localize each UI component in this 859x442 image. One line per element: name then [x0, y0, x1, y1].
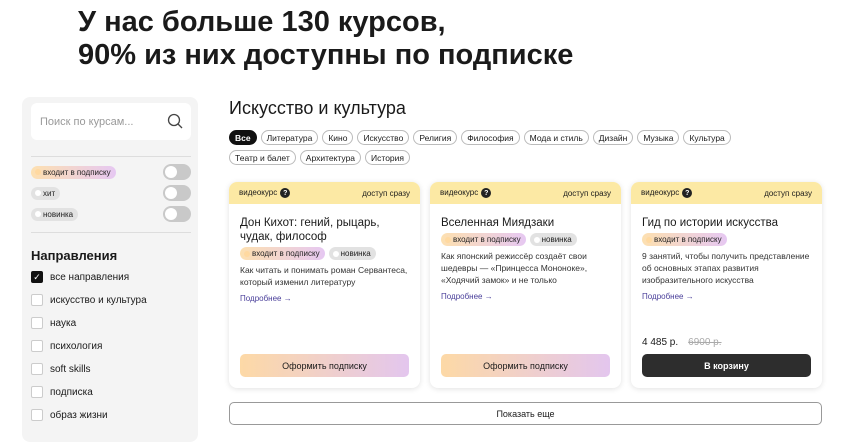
direction-subscription[interactable]: подписка	[31, 386, 93, 398]
checkbox[interactable]	[31, 363, 43, 375]
direction-art[interactable]: искусство и культура	[31, 294, 147, 306]
search-icon[interactable]	[167, 113, 183, 129]
chip[interactable]: Культура	[683, 130, 731, 145]
old-price: 6900 р.	[688, 337, 722, 348]
heart-icon	[244, 250, 250, 257]
search-input[interactable]: Поиск по курсам...	[31, 103, 191, 140]
sidebar: Поиск по курсам... входит в подписку хит…	[22, 97, 198, 442]
subscribe-button[interactable]: Оформить подписку	[240, 354, 409, 377]
subscription-badge: входит в подписку	[441, 233, 526, 246]
direction-all[interactable]: ✓ все направления	[31, 271, 129, 283]
direction-psychology[interactable]: психология	[31, 340, 102, 352]
filter-new: новинка	[31, 206, 191, 222]
chip[interactable]: Искусство	[357, 130, 410, 145]
show-more-button[interactable]: Показать еще	[229, 402, 822, 425]
new-badge: новинка	[529, 233, 577, 246]
course-description: Как японский режиссёр создаёт свои шедев…	[441, 251, 588, 285]
chip[interactable]: Музыка	[637, 130, 680, 145]
checkbox[interactable]	[31, 386, 43, 398]
heart-icon	[35, 169, 41, 175]
subscription-badge: входит в подписку	[642, 233, 727, 246]
headline: У нас больше 130 курсов, 90% из них дост…	[78, 6, 574, 71]
checkbox[interactable]	[31, 409, 43, 421]
category-chips: Все Литература Кино Искусство Религия Фи…	[229, 130, 789, 165]
more-link[interactable]: Подробнее →	[240, 294, 409, 303]
chip[interactable]: История	[365, 150, 410, 165]
sparkle-icon	[35, 211, 41, 217]
toggle-subscription[interactable]	[163, 164, 191, 180]
sparkle-icon	[533, 236, 540, 243]
subscribe-button[interactable]: Оформить подписку	[441, 354, 610, 377]
price: 4 485 р. 6900 р.	[642, 337, 722, 348]
subscription-badge: входит в подписку	[240, 247, 325, 260]
chip[interactable]: Дизайн	[592, 130, 634, 145]
chip[interactable]: Архитектура	[299, 150, 362, 165]
checkbox-checked-icon[interactable]: ✓	[31, 271, 43, 283]
toggle-hit[interactable]	[163, 185, 191, 201]
add-to-cart-button[interactable]: В корзину	[642, 354, 811, 377]
direction-lifestyle[interactable]: образ жизни	[31, 409, 108, 421]
filter-hit: хит	[31, 185, 191, 201]
section-title: Искусство и культура	[229, 98, 406, 118]
filter-subscription: входит в подписку	[31, 164, 191, 180]
checkbox[interactable]	[31, 294, 43, 306]
course-title[interactable]: Вселенная Миядзаки	[441, 216, 610, 230]
divider	[31, 232, 191, 233]
direction-science[interactable]: наука	[31, 317, 76, 329]
help-icon[interactable]: ?	[280, 188, 291, 199]
course-card[interactable]: видеокурс? доступ сразу Вселенная Миядзак…	[430, 182, 621, 388]
more-link[interactable]: Подробнее →	[441, 292, 610, 301]
chip[interactable]: Литература	[260, 130, 319, 145]
chip[interactable]: Философия	[461, 130, 520, 145]
heart-icon	[646, 236, 652, 243]
checkbox[interactable]	[31, 317, 43, 329]
help-icon[interactable]: ?	[481, 188, 492, 199]
course-description: Как читать и понимать роман Сервантеса, …	[240, 265, 408, 287]
direction-soft-skills[interactable]: soft skills	[31, 363, 91, 375]
chip[interactable]: Кино	[322, 130, 354, 145]
course-description: 9 занятий, чтобы получить представление …	[642, 251, 810, 285]
chip[interactable]: Мода и стиль	[523, 130, 589, 145]
sparkle-icon	[332, 250, 339, 257]
toggle-new[interactable]	[163, 206, 191, 222]
course-card[interactable]: видеокурс? доступ сразу Дон Кихот: гений,…	[229, 182, 420, 388]
directions-title: Направления	[31, 248, 118, 263]
heart-icon	[445, 236, 451, 243]
chip[interactable]: Театр и балет	[229, 150, 296, 165]
star-icon	[35, 190, 41, 196]
course-title[interactable]: Гид по истории искусства	[642, 216, 811, 230]
course-card[interactable]: видеокурс? доступ сразу Гид по истории ис…	[631, 182, 822, 388]
checkbox[interactable]	[31, 340, 43, 352]
divider	[31, 156, 191, 157]
help-icon[interactable]: ?	[682, 188, 693, 199]
chip[interactable]: Религия	[413, 130, 458, 145]
chip-all[interactable]: Все	[229, 130, 257, 145]
more-link[interactable]: Подробнее →	[642, 292, 811, 301]
course-title[interactable]: Дон Кихот: гений, рыцарь, чудак, философ	[240, 216, 409, 244]
new-badge: новинка	[328, 247, 376, 260]
